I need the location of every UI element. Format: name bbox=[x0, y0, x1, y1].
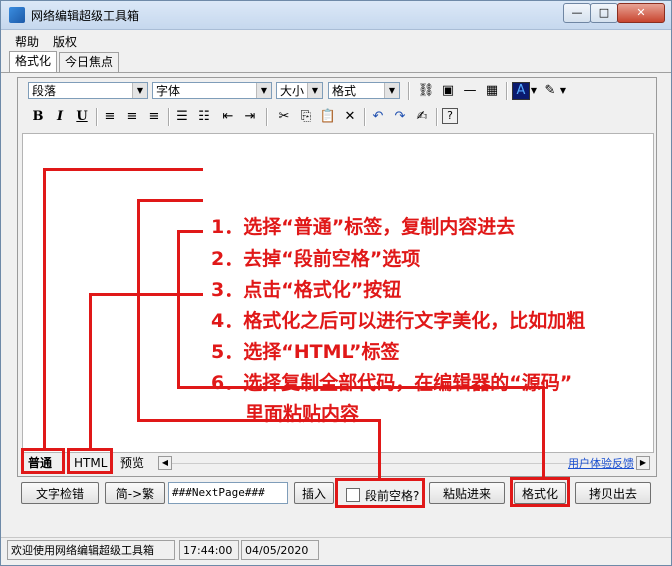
size-select-value: 大小 bbox=[280, 84, 305, 98]
status-time: 17:44:00 bbox=[179, 540, 239, 560]
paste-icon[interactable]: 📋 bbox=[318, 108, 338, 126]
tab-preview[interactable]: 预览 bbox=[120, 455, 144, 471]
editor-frame: 段落▼ 字体▼ 大小▼ 格式▼ ⛓ ▣ — ▦ A ▼ ✎ ▼ B I bbox=[17, 77, 657, 477]
connector-line-5-v bbox=[89, 293, 92, 450]
connector-line-2-v bbox=[137, 199, 140, 421]
connector-line-5-h bbox=[89, 293, 203, 296]
scroll-left-icon[interactable]: ◀ bbox=[158, 456, 172, 470]
paste-in-button[interactable]: 粘贴进来 bbox=[429, 482, 505, 504]
menu-copyright[interactable]: 版权 bbox=[53, 33, 77, 50]
insert-button[interactable]: 插入 bbox=[294, 482, 334, 504]
window-title: 网络编辑超级工具箱 bbox=[31, 9, 140, 23]
toolbar-separator bbox=[266, 108, 268, 126]
status-message: 欢迎使用网络编辑超级工具箱 bbox=[7, 540, 175, 560]
chevron-down-icon[interactable]: ▼ bbox=[558, 82, 568, 100]
connector-line-3-v2 bbox=[542, 386, 545, 478]
copy-out-button[interactable]: 拷贝出去 bbox=[575, 482, 651, 504]
ordered-list-icon[interactable]: ☰ bbox=[172, 108, 192, 126]
paragraph-select-value: 段落 bbox=[32, 84, 57, 98]
connector-line-3-v bbox=[177, 230, 180, 388]
align-right-icon[interactable]: ≡ bbox=[144, 108, 164, 126]
font-select-value: 字体 bbox=[156, 84, 181, 98]
connector-line-3-h2 bbox=[177, 386, 545, 389]
connector-line-2-v2 bbox=[378, 419, 381, 479]
instruction-step-5: 5．选择“HTML”标签 bbox=[211, 341, 400, 363]
chevron-down-icon: ▼ bbox=[384, 83, 399, 98]
paragraph-select[interactable]: 段落 ▼ bbox=[28, 82, 148, 99]
size-select[interactable]: 大小 ▼ bbox=[276, 82, 323, 99]
view-tab-bar: 普通 HTML 预览 ◀ 用户体验反馈 ▶ bbox=[22, 454, 652, 472]
horizontal-rule-icon[interactable]: — bbox=[460, 82, 480, 100]
underline-button[interactable]: U bbox=[72, 108, 92, 126]
instruction-step-2: 2．去掉“段前空格”选项 bbox=[211, 248, 421, 270]
spellcheck-button[interactable]: 文字检错 bbox=[21, 482, 99, 504]
cut-icon[interactable]: ✂ bbox=[274, 108, 294, 126]
toolbar-separator bbox=[168, 108, 170, 126]
toolbar-separator bbox=[96, 108, 98, 126]
app-window: 网络编辑超级工具箱 — □ ✕ 帮助 版权 格式化 今日焦点 段落 ▼ 字体 ▼ 大… bbox=[0, 0, 672, 566]
tab-scrollbar[interactable] bbox=[172, 463, 626, 464]
scroll-right-icon[interactable]: ▶ bbox=[636, 456, 650, 470]
connector-line-2-h bbox=[137, 199, 203, 202]
font-color-icon[interactable]: A bbox=[512, 82, 530, 100]
main-tab-bar: 格式化 今日焦点 bbox=[1, 50, 671, 73]
bold-button[interactable]: B bbox=[28, 108, 48, 126]
close-button[interactable]: ✕ bbox=[617, 3, 665, 23]
link-icon[interactable]: ⛓ bbox=[416, 82, 436, 100]
nextpage-field[interactable]: ###NextPage### bbox=[168, 482, 288, 504]
chevron-down-icon[interactable]: ▼ bbox=[529, 82, 539, 100]
highlight-box-format-button bbox=[510, 477, 570, 507]
minimize-button[interactable]: — bbox=[563, 3, 591, 23]
font-select[interactable]: 字体 ▼ bbox=[152, 82, 272, 99]
toolbar-separator bbox=[408, 82, 410, 100]
connector-line-1-h bbox=[43, 168, 203, 171]
instruction-step-1: 1．选择“普通”标签，复制内容进去 bbox=[211, 216, 516, 238]
connector-line-3-h bbox=[177, 230, 203, 233]
format-select-value: 格式 bbox=[332, 84, 357, 98]
align-left-icon[interactable]: ≡ bbox=[100, 108, 120, 126]
app-icon bbox=[9, 7, 25, 23]
instruction-step-4: 4．格式化之后可以进行文字美化，比如加粗 bbox=[211, 310, 586, 332]
highlight-pen-icon[interactable]: ✎ bbox=[540, 82, 560, 100]
feedback-link[interactable]: 用户体验反馈 bbox=[568, 455, 634, 471]
highlight-box-html-tab bbox=[67, 448, 113, 474]
maximize-button[interactable]: □ bbox=[590, 3, 618, 23]
delete-icon[interactable]: ✕ bbox=[340, 108, 360, 126]
format-select[interactable]: 格式 ▼ bbox=[328, 82, 400, 99]
highlight-box-indent-checkbox bbox=[335, 478, 425, 508]
unordered-list-icon[interactable]: ☷ bbox=[194, 108, 214, 126]
tab-today-focus[interactable]: 今日焦点 bbox=[59, 52, 120, 72]
align-center-icon[interactable]: ≡ bbox=[122, 108, 142, 126]
table-icon[interactable]: ▦ bbox=[482, 82, 502, 100]
simplified-to-traditional-button[interactable]: 简->繁 bbox=[105, 482, 165, 504]
menu-bar: 帮助 版权 bbox=[1, 30, 671, 50]
title-bar: 网络编辑超级工具箱 — □ ✕ bbox=[1, 1, 671, 30]
instruction-step-3: 3．点击“格式化”按钮 bbox=[211, 279, 402, 301]
copy-icon[interactable]: ⎘ bbox=[296, 108, 316, 126]
image-icon[interactable]: ▣ bbox=[438, 82, 458, 100]
chevron-down-icon: ▼ bbox=[132, 83, 147, 98]
undo-icon[interactable]: ↶ bbox=[368, 108, 388, 126]
toolbar-row-1: 段落 ▼ 字体 ▼ 大小 ▼ 格式 ▼ ⛓ ▣ — ▦ A ▼ ✎ ▼ bbox=[18, 78, 654, 104]
toolbar-row-2: B I U ≡ ≡ ≡ ☰ ☷ ⇤ ⇥ ✂ ⎘ 📋 ✕ ↶ ↷ ✍ ? bbox=[18, 104, 654, 130]
menu-help[interactable]: 帮助 bbox=[15, 33, 39, 50]
connector-line-2-h2 bbox=[137, 419, 381, 422]
outdent-icon[interactable]: ⇤ bbox=[218, 108, 238, 126]
chevron-down-icon: ▼ bbox=[256, 83, 271, 98]
indent-icon[interactable]: ⇥ bbox=[240, 108, 260, 126]
highlight-box-normal-tab bbox=[21, 448, 65, 474]
toolbar-separator bbox=[364, 108, 366, 126]
italic-button[interactable]: I bbox=[50, 108, 70, 126]
help-icon[interactable]: ? bbox=[442, 108, 458, 124]
status-bar: 欢迎使用网络编辑超级工具箱 17:44:00 04/05/2020 bbox=[1, 537, 671, 562]
edit-note-icon[interactable]: ✍ bbox=[412, 108, 432, 126]
redo-icon[interactable]: ↷ bbox=[390, 108, 410, 126]
toolbar-separator bbox=[436, 108, 438, 126]
connector-line-1-v bbox=[43, 168, 46, 450]
instruction-step-6: 6．选择复制全部代码，在编辑器的“源码” bbox=[211, 372, 573, 394]
status-date: 04/05/2020 bbox=[241, 540, 319, 560]
tab-format[interactable]: 格式化 bbox=[9, 51, 58, 72]
toolbar-separator bbox=[506, 82, 508, 100]
chevron-down-icon: ▼ bbox=[307, 83, 322, 98]
